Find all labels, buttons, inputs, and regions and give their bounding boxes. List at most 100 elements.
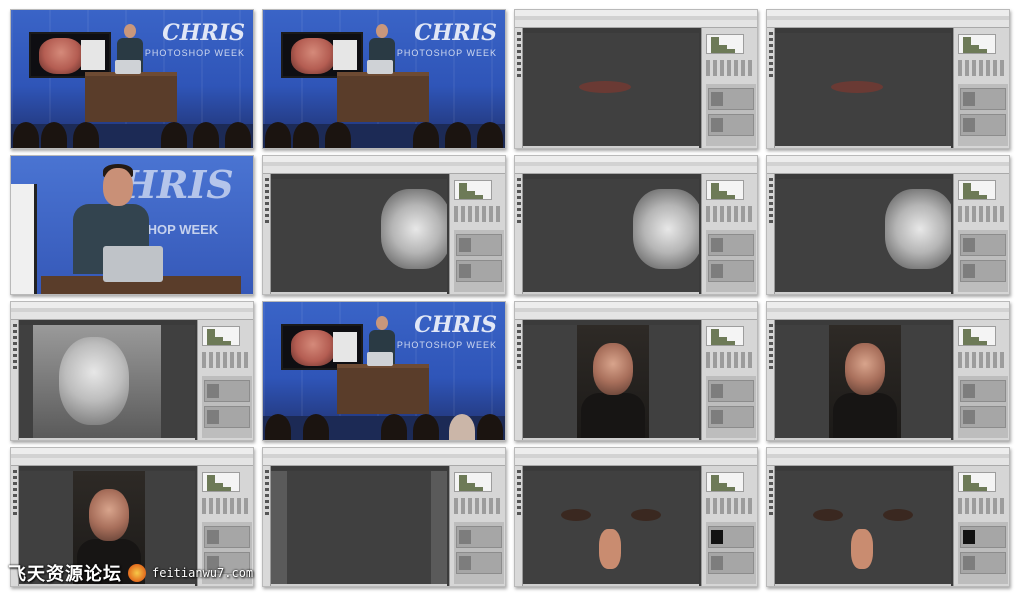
options-bar[interactable]: [515, 458, 757, 466]
layer-item[interactable]: [456, 260, 502, 282]
frame-3-photoshop[interactable]: [514, 9, 758, 149]
document-canvas[interactable]: [271, 471, 447, 584]
options-bar[interactable]: [767, 20, 1009, 28]
frame-11-photoshop[interactable]: [514, 301, 758, 441]
panels-dock[interactable]: [953, 28, 1009, 148]
layer-item[interactable]: [708, 552, 754, 574]
frame-4-photoshop[interactable]: [766, 9, 1010, 149]
frame-16-photoshop[interactable]: [766, 447, 1010, 587]
panels-dock[interactable]: [953, 466, 1009, 586]
document-canvas[interactable]: [775, 325, 951, 438]
layers-panel[interactable]: [706, 230, 756, 292]
adjustments-panel[interactable]: [454, 206, 502, 222]
layer-item[interactable]: [960, 234, 1006, 256]
panels-dock[interactable]: [701, 320, 757, 440]
layers-panel[interactable]: [958, 230, 1008, 292]
adjustments-panel[interactable]: [958, 352, 1006, 368]
layers-panel[interactable]: [454, 230, 504, 292]
layer-item[interactable]: [708, 114, 754, 136]
options-bar[interactable]: [767, 458, 1009, 466]
panels-dock[interactable]: [449, 174, 505, 294]
layer-item[interactable]: [204, 380, 250, 402]
layer-item[interactable]: [960, 526, 1006, 548]
adjustments-panel[interactable]: [202, 352, 250, 368]
frame-14-photoshop[interactable]: [262, 447, 506, 587]
options-bar[interactable]: [263, 458, 505, 466]
adjustments-panel[interactable]: [202, 498, 250, 514]
adjustments-panel[interactable]: [706, 352, 754, 368]
options-bar[interactable]: [11, 312, 253, 320]
document-canvas[interactable]: [523, 179, 699, 292]
layers-panel[interactable]: [706, 376, 756, 438]
toolbox[interactable]: [515, 466, 523, 586]
layers-panel[interactable]: [958, 376, 1008, 438]
panels-dock[interactable]: [953, 320, 1009, 440]
frame-1-studio[interactable]: CHRIS PHOTOSHOP WEEK: [10, 9, 254, 149]
frame-6-photoshop[interactable]: [262, 155, 506, 295]
layers-panel[interactable]: [958, 84, 1008, 146]
document-canvas[interactable]: [523, 33, 699, 146]
panels-dock[interactable]: [701, 174, 757, 294]
document-canvas[interactable]: [775, 471, 951, 584]
layers-panel[interactable]: [706, 522, 756, 584]
layer-item[interactable]: [960, 88, 1006, 110]
panels-dock[interactable]: [953, 174, 1009, 294]
toolbox[interactable]: [263, 466, 271, 586]
adjustments-panel[interactable]: [958, 206, 1006, 222]
frame-9-photoshop[interactable]: [10, 301, 254, 441]
frame-15-photoshop[interactable]: [514, 447, 758, 587]
layer-item[interactable]: [456, 526, 502, 548]
layer-item[interactable]: [960, 260, 1006, 282]
layer-item[interactable]: [708, 88, 754, 110]
toolbox[interactable]: [767, 466, 775, 586]
document-canvas[interactable]: [19, 325, 195, 438]
layer-item[interactable]: [960, 552, 1006, 574]
options-bar[interactable]: [11, 458, 253, 466]
frame-8-photoshop[interactable]: [766, 155, 1010, 295]
layer-item[interactable]: [204, 526, 250, 548]
frame-2-studio[interactable]: CHRIS PHOTOSHOP WEEK: [262, 9, 506, 149]
options-bar[interactable]: [767, 166, 1009, 174]
adjustments-panel[interactable]: [706, 498, 754, 514]
layer-item[interactable]: [960, 406, 1006, 428]
document-canvas[interactable]: [523, 471, 699, 584]
panels-dock[interactable]: [701, 28, 757, 148]
frame-7-photoshop[interactable]: [514, 155, 758, 295]
adjustments-panel[interactable]: [454, 498, 502, 514]
frame-12-photoshop[interactable]: [766, 301, 1010, 441]
panels-dock[interactable]: [701, 466, 757, 586]
layer-item[interactable]: [708, 260, 754, 282]
toolbox[interactable]: [767, 28, 775, 148]
adjustments-panel[interactable]: [958, 60, 1006, 76]
layer-item[interactable]: [708, 526, 754, 548]
document-canvas[interactable]: [271, 179, 447, 292]
layers-panel[interactable]: [454, 522, 504, 584]
frame-10-studio[interactable]: CHRIS PHOTOSHOP WEEK: [262, 301, 506, 441]
layer-item[interactable]: [204, 406, 250, 428]
options-bar[interactable]: [263, 166, 505, 174]
adjustments-panel[interactable]: [706, 206, 754, 222]
adjustments-panel[interactable]: [958, 498, 1006, 514]
layers-panel[interactable]: [958, 522, 1008, 584]
toolbox[interactable]: [767, 174, 775, 294]
document-canvas[interactable]: [775, 179, 951, 292]
document-canvas[interactable]: [775, 33, 951, 146]
layer-item[interactable]: [960, 380, 1006, 402]
toolbox[interactable]: [263, 174, 271, 294]
options-bar[interactable]: [767, 312, 1009, 320]
layer-item[interactable]: [456, 552, 502, 574]
panels-dock[interactable]: [449, 466, 505, 586]
adjustments-panel[interactable]: [706, 60, 754, 76]
layer-item[interactable]: [456, 234, 502, 256]
options-bar[interactable]: [515, 20, 757, 28]
layers-panel[interactable]: [202, 376, 252, 438]
panels-dock[interactable]: [197, 320, 253, 440]
toolbox[interactable]: [515, 174, 523, 294]
layer-item[interactable]: [960, 114, 1006, 136]
document-canvas[interactable]: [523, 325, 699, 438]
layer-item[interactable]: [708, 234, 754, 256]
toolbox[interactable]: [515, 28, 523, 148]
toolbox[interactable]: [767, 320, 775, 440]
layers-panel[interactable]: [706, 84, 756, 146]
toolbox[interactable]: [515, 320, 523, 440]
